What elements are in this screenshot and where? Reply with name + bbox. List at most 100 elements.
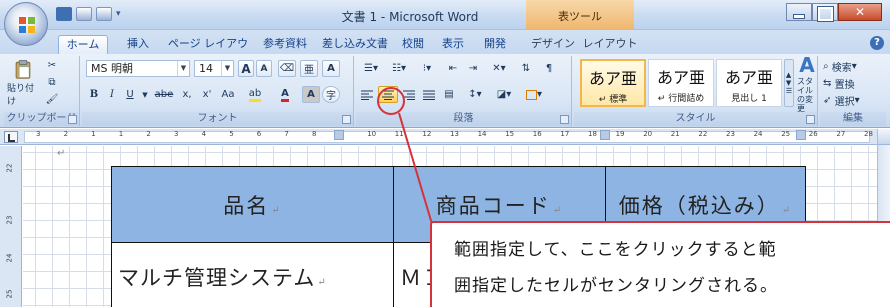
paste-label: 貼り付け	[7, 84, 35, 107]
ruler-number: 6	[256, 130, 262, 138]
minimize-button[interactable]	[786, 3, 812, 21]
ruler-number: 2	[146, 130, 151, 138]
close-button[interactable]: ✕	[838, 3, 882, 21]
enclose-char-icon[interactable]: 字	[322, 86, 340, 103]
tab-table-design[interactable]: デザイン	[526, 35, 580, 54]
show-marks-icon[interactable]: ¶	[540, 60, 558, 77]
bullets-icon[interactable]: ☰▾	[358, 60, 384, 77]
horizontal-ruler[interactable]: 3211234567891011121314151617181920212223…	[0, 129, 890, 145]
copy-icon[interactable]: ⧉	[44, 75, 60, 89]
change-case-button[interactable]: Aa	[218, 86, 238, 103]
clipboard-launcher-icon[interactable]	[68, 115, 77, 124]
table-tools-context-header: 表ツール	[526, 0, 634, 30]
redo-icon[interactable]	[96, 7, 112, 21]
font-size-combo[interactable]: 14 ▼	[194, 60, 234, 77]
highlight-icon[interactable]: ab	[242, 86, 268, 103]
customize-qat-icon[interactable]: ▾	[116, 7, 126, 21]
italic-button[interactable]: I	[104, 86, 120, 103]
superscript-button[interactable]: x'	[198, 86, 216, 103]
style-normal[interactable]: あア亜 ↵ 標準	[580, 59, 646, 107]
underline-dropdown-icon[interactable]: ▼	[140, 86, 150, 103]
ruler-cell-marker[interactable]	[796, 130, 806, 140]
style-normal-sample: あア亜	[588, 69, 637, 88]
find-label: 検索	[831, 62, 852, 74]
clear-format-icon[interactable]: ⌫	[278, 60, 296, 77]
save-icon[interactable]	[56, 7, 72, 21]
styles-scroll-icon[interactable]: ▲ ▼ ☰	[784, 59, 794, 107]
phonetic-guide-icon[interactable]: 亜	[300, 60, 318, 77]
replace-button[interactable]: ⇆ 置換	[822, 75, 884, 91]
sort-icon[interactable]: ⇅	[516, 60, 536, 77]
paragraph-launcher-icon[interactable]	[560, 115, 569, 124]
undo-icon[interactable]	[76, 7, 92, 21]
cut-icon[interactable]: ✂	[44, 58, 60, 72]
table-cell[interactable]: マルチ管理システム ↵	[111, 242, 394, 307]
styles-launcher-icon[interactable]	[806, 115, 815, 124]
maximize-button[interactable]	[812, 3, 838, 21]
table-cell[interactable]: 品名 ↵	[111, 166, 394, 243]
vertical-ruler[interactable]: 22 23 24 25	[0, 146, 22, 307]
font-name-value: MS 明朝	[91, 62, 133, 75]
justify-icon[interactable]	[420, 86, 438, 103]
vruler-number: 25	[5, 289, 14, 299]
editing-group: ⌕ 検索 ▾ ⇆ 置換 ➶ 選択 ▾ 編集	[820, 56, 886, 126]
font-name-combo[interactable]: MS 明朝 ▼	[86, 60, 190, 77]
cell-text: 価格（税込み）	[618, 193, 780, 218]
distributed-icon[interactable]: ▤	[440, 86, 458, 103]
tab-table-layout[interactable]: レイアウト	[582, 35, 638, 54]
grow-font-button[interactable]: A	[238, 60, 254, 77]
tab-home[interactable]: ホーム	[58, 35, 108, 54]
help-icon[interactable]: ?	[870, 36, 884, 50]
char-shading-icon[interactable]: A	[302, 86, 320, 103]
numbering-icon[interactable]: ☷▾	[386, 60, 412, 77]
line-spacing-icon[interactable]: ↕▾	[462, 86, 488, 103]
paragraph-mark: ↵	[552, 204, 564, 216]
font-color-icon[interactable]: A	[272, 86, 298, 103]
tab-developer[interactable]: 開発	[478, 35, 512, 54]
format-painter-icon[interactable]: 🖌	[44, 92, 60, 106]
ruler-number: 24	[753, 130, 763, 138]
shading-icon[interactable]: ◪▾	[490, 86, 518, 103]
tab-selector-icon[interactable]	[4, 131, 18, 143]
paste-button[interactable]: 貼り付け	[6, 58, 40, 108]
ruler-number: 2	[63, 130, 69, 138]
tab-page-layout[interactable]: ページ レイアウト	[164, 35, 252, 67]
tab-references[interactable]: 参考資料	[256, 35, 314, 54]
tab-view[interactable]: 表示	[436, 35, 470, 54]
shrink-font-button[interactable]: A	[256, 60, 272, 77]
ruler-toggle-icon[interactable]	[878, 129, 890, 145]
find-button[interactable]: ⌕ 検索 ▾	[822, 58, 884, 74]
tab-review[interactable]: 校閲	[396, 35, 430, 54]
style-no-spacing[interactable]: あア亜 ↵ 行間詰め	[648, 59, 714, 107]
ruler-number: 25	[781, 130, 791, 138]
callout-line-1: 範囲指定して、ここをクリックすると範	[454, 240, 777, 260]
change-styles-button[interactable]: A スタイルの変更	[796, 53, 818, 113]
asian-layout-icon[interactable]: ✕▾	[486, 60, 512, 77]
ruler-cell-marker[interactable]	[334, 130, 344, 140]
subscript-button[interactable]: x,	[178, 86, 196, 103]
increase-indent-icon[interactable]: ⇥	[464, 60, 482, 77]
font-group-label: フォント	[82, 112, 353, 126]
font-launcher-icon[interactable]	[342, 115, 351, 124]
strikethrough-button[interactable]: abe	[152, 86, 176, 103]
quick-access-toolbar: ▾	[56, 7, 126, 21]
bold-button[interactable]: B	[86, 86, 102, 103]
select-button[interactable]: ➶ 選択 ▾	[822, 92, 884, 108]
font-name-dropdown-icon[interactable]: ▼	[177, 61, 189, 76]
font-size-dropdown-icon[interactable]: ▼	[221, 61, 233, 76]
tab-mailings[interactable]: 差し込み文書	[316, 35, 394, 54]
annotation-callout: 範囲指定して、ここをクリックすると範 囲指定したセルがセンタリングされる。	[430, 221, 890, 307]
borders-icon[interactable]: ▾	[520, 86, 548, 103]
align-left-icon[interactable]	[358, 86, 376, 103]
decrease-indent-icon[interactable]: ⇤	[444, 60, 462, 77]
char-border-icon[interactable]: A	[322, 60, 340, 77]
office-button[interactable]	[4, 2, 48, 46]
ruler-cell-marker[interactable]	[600, 130, 610, 140]
vruler-number: 22	[5, 163, 14, 173]
underline-button[interactable]: U	[122, 86, 138, 103]
styles-group: あア亜 ↵ 標準 あア亜 ↵ 行間詰め あア亜 見出し 1 ▲ ▼ ☰ A スタイル…	[574, 53, 818, 126]
ruler-number: 10	[367, 130, 377, 138]
multilevel-list-icon[interactable]: ⁝▾	[414, 60, 440, 77]
tab-insert[interactable]: 挿入	[118, 35, 158, 54]
style-heading-1[interactable]: あア亜 見出し 1	[716, 59, 782, 107]
